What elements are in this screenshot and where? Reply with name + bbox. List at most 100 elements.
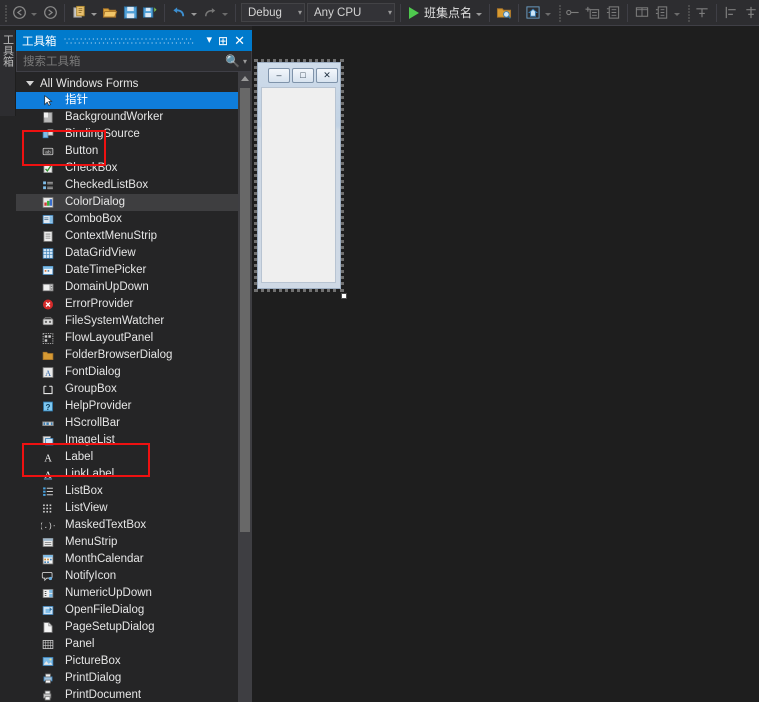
backgroundworker-icon	[40, 111, 56, 125]
close-icon[interactable]: ✕	[231, 34, 248, 47]
toolbox-item[interactable]: ListView	[16, 500, 238, 517]
save-button[interactable]	[120, 2, 140, 24]
toolbox-item[interactable]: BackgroundWorker	[16, 109, 238, 126]
toolbox-item[interactable]: ListBox	[16, 483, 238, 500]
chevron-down-icon[interactable]: ▾	[204, 35, 216, 46]
toolbox-item[interactable]: 指针	[16, 92, 238, 109]
toolbox-item[interactable]: DataGridView	[16, 245, 238, 262]
toolbox-search-field[interactable]: 搜索工具箱 🔍 ▾	[16, 51, 252, 72]
toolbox-item[interactable]: MenuStrip	[16, 534, 238, 551]
toolbox-item[interactable]: PrintDocument	[16, 687, 238, 702]
scrollbar-thumb[interactable]	[240, 88, 250, 532]
toolbar-grip[interactable]	[686, 4, 690, 22]
form-maximize-label: □	[300, 71, 305, 80]
toolbar-grip[interactable]	[557, 4, 561, 22]
form-minimize-button[interactable]: –	[268, 68, 290, 83]
stack-button[interactable]	[652, 2, 672, 24]
properties-icon	[605, 5, 621, 20]
redo-button[interactable]	[200, 2, 220, 24]
nav-back-button[interactable]	[9, 2, 29, 24]
home-button[interactable]	[523, 2, 543, 24]
toolbox-item-label: ListView	[65, 503, 108, 515]
toolbox-item[interactable]: ?HelpProvider	[16, 398, 238, 415]
toolbox-title-bar[interactable]: 工具箱	[16, 30, 252, 51]
new-project-button[interactable]	[69, 2, 89, 24]
open-file-button[interactable]	[100, 2, 120, 24]
toolbox-item[interactable]: HScrollBar	[16, 415, 238, 432]
chevron-up-icon	[241, 76, 249, 81]
domainupdown-icon	[40, 281, 56, 295]
hscrollbar-icon	[40, 417, 56, 431]
start-debug-dropdown-icon[interactable]	[476, 13, 482, 16]
toolbox-group-all-windows-forms[interactable]: All Windows Forms	[16, 75, 238, 92]
toolbox-item[interactable]: FolderBrowserDialog	[16, 347, 238, 364]
toolbox-item[interactable]: CheckedListBox	[16, 177, 238, 194]
link-button[interactable]	[563, 2, 583, 24]
undo-button[interactable]	[169, 2, 189, 24]
center-button[interactable]	[692, 2, 712, 24]
redo-dropdown-icon[interactable]	[222, 13, 228, 16]
save-all-button[interactable]	[140, 2, 160, 24]
toolbar-separator	[518, 4, 519, 22]
add-node-button[interactable]	[583, 2, 603, 24]
form-minimize-label: –	[276, 71, 281, 80]
toolbox-item[interactable]: NumericUpDown	[16, 585, 238, 602]
toolbox-item[interactable]: ContextMenuStrip	[16, 228, 238, 245]
annotation-label-highlight	[22, 443, 150, 477]
browse-button[interactable]	[494, 2, 514, 24]
toolbox-scrollbar[interactable]	[238, 72, 252, 702]
search-icon[interactable]: 🔍	[225, 54, 240, 68]
chevron-down-icon	[26, 81, 34, 86]
home-dropdown-icon[interactable]	[545, 13, 551, 16]
toolbox-item[interactable]: OpenFileDialog	[16, 602, 238, 619]
toolbar-separator	[627, 4, 628, 22]
toolbox-item[interactable]: PictureBox	[16, 653, 238, 670]
nav-forward-button[interactable]	[40, 2, 60, 24]
toolbox-item[interactable]: FileSystemWatcher	[16, 313, 238, 330]
form-designer-surface[interactable]: – □ ✕	[252, 26, 759, 702]
form-client-area[interactable]	[261, 87, 336, 283]
toolbar-grip[interactable]	[3, 4, 7, 22]
stack-dropdown-icon[interactable]	[674, 13, 680, 16]
toolbox-item[interactable]: PrintDialog	[16, 670, 238, 687]
split-icon	[634, 5, 650, 20]
toolbox-item[interactable]: AFontDialog	[16, 364, 238, 381]
toolbox-dock-tab-label: 工具箱	[0, 34, 16, 67]
undo-dropdown-icon[interactable]	[191, 13, 197, 16]
form-selection-wrapper[interactable]: – □ ✕	[254, 59, 344, 296]
align-left-button[interactable]	[721, 2, 741, 24]
toolbox-item[interactable]: DateTimePicker	[16, 262, 238, 279]
toolbox-item[interactable]: GroupBox	[16, 381, 238, 398]
toolbox-item[interactable]: FlowLayoutPanel	[16, 330, 238, 347]
properties-button[interactable]	[603, 2, 623, 24]
form-maximize-button[interactable]: □	[292, 68, 314, 83]
pin-icon[interactable]: ⊞	[215, 35, 231, 47]
toolbox-item-list[interactable]: All Windows Forms 指针BackgroundWorkerBind…	[16, 72, 238, 702]
toolbox-item[interactable]: MonthCalendar	[16, 551, 238, 568]
fontdialog-icon: A	[40, 366, 56, 380]
toolbox-item[interactable]: ComboBox	[16, 211, 238, 228]
nav-back-dropdown-icon[interactable]	[31, 13, 37, 16]
toolbox-item[interactable]: PageSetupDialog	[16, 619, 238, 636]
align-center-icon	[743, 5, 759, 20]
toolbox-item[interactable]: NotifyIcon	[16, 568, 238, 585]
form-close-button[interactable]: ✕	[316, 68, 338, 83]
design-form[interactable]: – □ ✕	[257, 62, 341, 289]
new-project-dropdown-icon[interactable]	[91, 13, 97, 16]
toolbox-item[interactable]: Panel	[16, 636, 238, 653]
align-center-button[interactable]	[741, 2, 759, 24]
toolbox-item[interactable]: DomainUpDown	[16, 279, 238, 296]
toolbox-item[interactable]: ColorDialog	[16, 194, 238, 211]
toolbox-item[interactable]: (.)-MaskedTextBox	[16, 517, 238, 534]
toolbar-separator	[400, 4, 401, 22]
pagesetupdialog-icon	[40, 621, 56, 635]
toolbox-dock-tab[interactable]: 工具箱	[0, 30, 16, 116]
resize-handle-bottom-right[interactable]	[341, 293, 347, 299]
configuration-combo[interactable]: Debug ▾	[241, 3, 305, 22]
chevron-down-icon[interactable]: ▾	[243, 57, 247, 66]
scroll-up-button[interactable]	[238, 72, 252, 85]
split-button[interactable]	[632, 2, 652, 24]
platform-combo[interactable]: Any CPU ▾	[307, 3, 395, 22]
toolbox-item[interactable]: ErrorProvider	[16, 296, 238, 313]
start-debug-button[interactable]: 班集点名	[405, 2, 474, 24]
